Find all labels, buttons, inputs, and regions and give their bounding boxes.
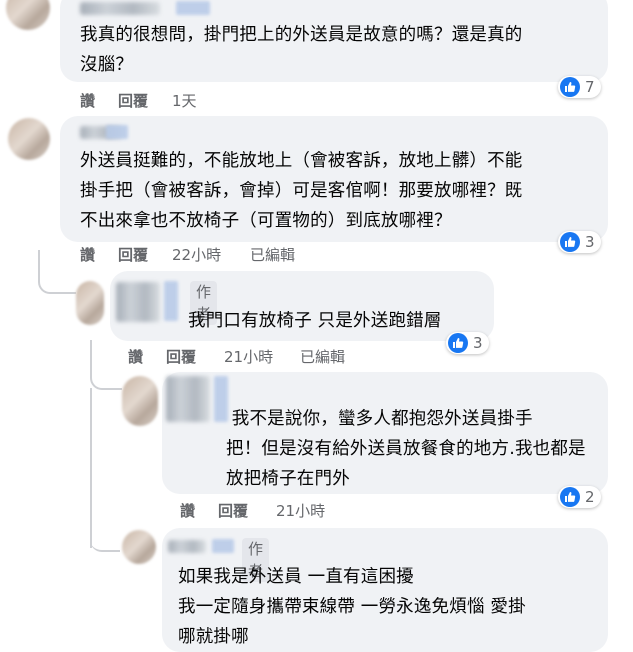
thread-line bbox=[90, 520, 120, 552]
author-name-blurred[interactable] bbox=[116, 282, 160, 322]
thread-line bbox=[90, 340, 122, 390]
avatar[interactable] bbox=[6, 0, 50, 30]
edited-label[interactable]: 已編輯 bbox=[250, 244, 295, 265]
timestamp[interactable]: 21小時 bbox=[224, 346, 273, 367]
comment-text: 我不是說你，蠻多人都抱怨外送員掛手 把！但是沒有給外送員放餐食的地方.我也都是 … bbox=[226, 409, 586, 489]
reply-action[interactable]: 回覆 bbox=[118, 90, 148, 111]
thumbs-up-icon bbox=[560, 487, 580, 507]
author-name-blurred[interactable] bbox=[166, 376, 210, 422]
thumbs-up-icon bbox=[560, 77, 580, 97]
reaction-count: 3 bbox=[473, 334, 483, 352]
comment-text: 如果我是外送員 一直有這困擾 我一定隨身攜帶束線帶 一勞永逸免煩惱 愛掛 哪就掛… bbox=[178, 567, 526, 647]
reaction-summary[interactable]: 3 bbox=[446, 332, 489, 354]
avatar[interactable] bbox=[76, 281, 104, 325]
edited-label[interactable]: 已編輯 bbox=[300, 346, 345, 367]
reaction-count: 2 bbox=[585, 488, 595, 506]
timestamp[interactable]: 22小時 bbox=[172, 244, 221, 265]
comment-actions: 讚 回覆 21小時 已編輯 bbox=[128, 346, 368, 366]
comment-text: 我門口有放椅子 只是外送跑錯層 bbox=[188, 311, 442, 331]
comment-actions: 讚 回覆 22小時 已編輯 bbox=[80, 244, 320, 264]
reaction-summary[interactable]: 2 bbox=[558, 486, 601, 508]
author-badge-blurred bbox=[176, 1, 210, 15]
thread-line bbox=[38, 250, 76, 294]
reply-action[interactable]: 回覆 bbox=[218, 500, 248, 521]
reaction-count: 7 bbox=[585, 78, 595, 96]
reaction-summary[interactable]: 7 bbox=[558, 76, 601, 98]
avatar[interactable] bbox=[8, 118, 50, 160]
like-action[interactable]: 讚 bbox=[80, 90, 95, 111]
author-name-blurred[interactable] bbox=[168, 540, 206, 553]
comment-text: 我真的很想問，掛門把上的外送員是故意的嗎？還是真的 沒腦？ bbox=[80, 25, 523, 75]
timestamp[interactable]: 1天 bbox=[172, 90, 197, 111]
author-badge-blurred bbox=[212, 539, 234, 553]
comment-text: 外送員挺難的，不能放地上（會被客訴，放地上髒）不能 掛手把（會被客訴，會掉）可是… bbox=[80, 151, 523, 231]
comment-actions: 讚 回覆 1天 bbox=[80, 90, 240, 110]
like-action[interactable]: 讚 bbox=[180, 500, 195, 521]
avatar[interactable] bbox=[122, 530, 156, 564]
reaction-count: 3 bbox=[585, 233, 595, 251]
reply-action[interactable]: 回覆 bbox=[118, 244, 148, 265]
timestamp[interactable]: 21小時 bbox=[276, 500, 325, 521]
reply-action[interactable]: 回覆 bbox=[166, 346, 196, 367]
comment-actions: 讚 回覆 21小時 bbox=[180, 500, 380, 520]
like-action[interactable]: 讚 bbox=[80, 244, 95, 265]
author-badge-blurred bbox=[164, 281, 178, 321]
avatar[interactable] bbox=[122, 376, 158, 426]
author-name-blurred[interactable] bbox=[80, 2, 160, 15]
reaction-summary[interactable]: 3 bbox=[558, 231, 601, 253]
thumbs-up-icon bbox=[560, 232, 580, 252]
like-action[interactable]: 讚 bbox=[128, 346, 143, 367]
author-badge-blurred bbox=[106, 125, 128, 139]
thumbs-up-icon bbox=[448, 333, 468, 353]
